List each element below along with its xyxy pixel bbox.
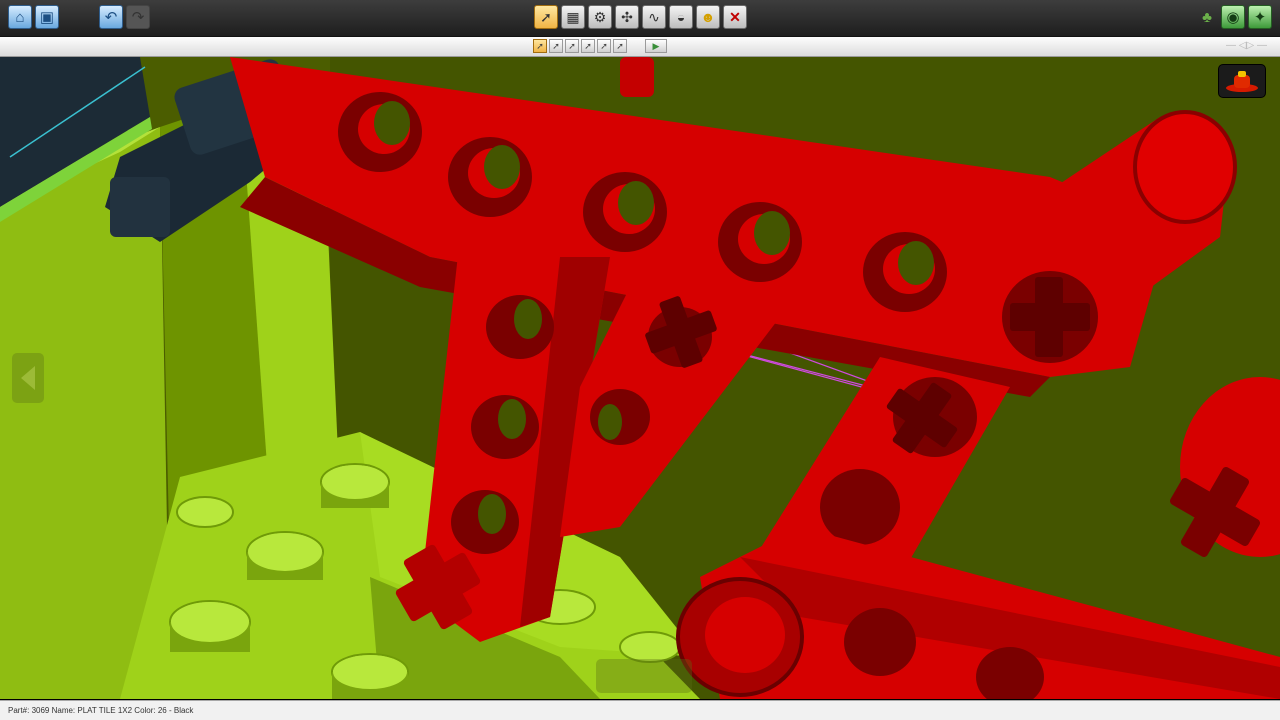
scene-render: [0, 57, 1280, 699]
undo-button[interactable]: ↶: [99, 5, 123, 29]
decoration-icon: ☻: [700, 9, 716, 25]
paint-bucket-icon: ◒: [676, 9, 686, 25]
minifigure-mode-button[interactable]: [1218, 64, 1266, 98]
play-button[interactable]: ▶: [645, 39, 667, 53]
3d-viewport[interactable]: [0, 57, 1280, 699]
viewport-nav-left-button[interactable]: [12, 353, 44, 403]
hinge-align-icon: ✣: [621, 9, 633, 25]
building-guide-icon: ✦: [1253, 8, 1267, 26]
build-mode-icon: ♣: [1202, 8, 1212, 26]
single-select-button[interactable]: ➚: [533, 39, 547, 53]
hinge-icon: ⚙: [593, 9, 607, 25]
lego-digital-designer-window: ⌂ ▣ ↶ ↷ ➚ ▦ ⚙ ✣ ∿ ◒ ☻ ✕ ♣ ◉ ✦ ➚ ➚ ➚ ➚ ➚ …: [0, 0, 1280, 720]
clone-tool-button[interactable]: ▦: [561, 5, 585, 29]
tool-options-bar: ➚ ➚ ➚ ➚ ➚ ➚ ▶ — ◁▷ —: [0, 37, 1280, 57]
minifigure-hat-icon: [1226, 71, 1258, 92]
delete-icon: ✕: [729, 9, 741, 25]
hinge-tool-button[interactable]: ⚙: [588, 5, 612, 29]
single-select-icon: ➚: [536, 40, 544, 51]
status-bar: Part#: 3069 Name: PLAT TILE 1X2 Color: 2…: [0, 700, 1280, 720]
select-invert-button[interactable]: ➚: [613, 39, 627, 53]
viewport-bottom-controls[interactable]: [596, 659, 692, 693]
save-button[interactable]: ▣: [35, 5, 59, 29]
hinge-align-tool-button[interactable]: ✣: [615, 5, 639, 29]
status-text: Part#: 3069 Name: PLAT TILE 1X2 Color: 2…: [8, 706, 194, 715]
build-mode-button[interactable]: ♣: [1195, 5, 1219, 29]
home-button[interactable]: ⌂: [8, 5, 32, 29]
select-connected-icon: ➚: [568, 40, 576, 51]
select-cursor-icon: ➚: [540, 9, 552, 25]
select-invert-icon: ➚: [616, 40, 624, 51]
view-mode-icon: ◉: [1226, 8, 1240, 26]
flex-tool-button[interactable]: ∿: [642, 5, 666, 29]
select-same-brick-button[interactable]: ➚: [597, 39, 611, 53]
save-icon: ▣: [39, 8, 55, 26]
clone-brick-icon: ▦: [566, 9, 580, 25]
building-guide-button[interactable]: ✦: [1248, 5, 1272, 29]
delete-tool-button[interactable]: ✕: [723, 5, 747, 29]
home-icon: ⌂: [15, 8, 25, 26]
select-same-brick-icon: ➚: [600, 40, 608, 51]
redo-button[interactable]: ↷: [126, 5, 150, 29]
redo-icon: ↷: [131, 8, 145, 26]
main-toolbar: ⌂ ▣ ↶ ↷ ➚ ▦ ⚙ ✣ ∿ ◒ ☻ ✕ ♣ ◉ ✦: [0, 0, 1280, 37]
chevron-left-icon: [21, 366, 35, 390]
select-tool-button[interactable]: ➚: [534, 5, 558, 29]
multi-select-button[interactable]: ➚: [549, 39, 563, 53]
view-mode-button[interactable]: ◉: [1221, 5, 1245, 29]
select-same-color-button[interactable]: ➚: [581, 39, 595, 53]
flex-icon: ∿: [648, 9, 660, 25]
play-icon: ▶: [652, 40, 660, 51]
paint-tool-button[interactable]: ◒: [669, 5, 693, 29]
sub-right-controls[interactable]: — ◁▷ —: [1226, 40, 1267, 51]
select-same-color-icon: ➚: [584, 40, 592, 51]
undo-icon: ↶: [104, 8, 118, 26]
select-connected-button[interactable]: ➚: [565, 39, 579, 53]
multi-select-icon: ➚: [552, 40, 560, 51]
decoration-tool-button[interactable]: ☻: [696, 5, 720, 29]
